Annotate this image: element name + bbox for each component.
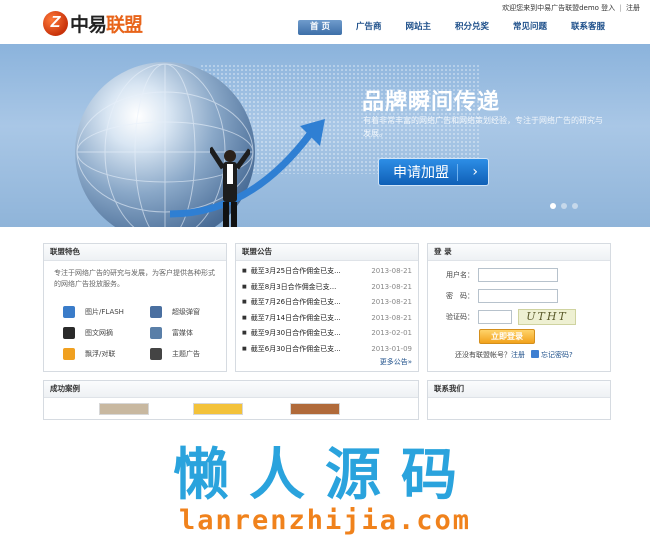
feature-item[interactable]: 超级弹窗	[150, 306, 240, 318]
notice-date: 2013-08-21	[371, 313, 412, 322]
notice-title[interactable]: 截至9月30日合作佣金已支...	[242, 326, 341, 342]
watermark-url: lanrenzhijia.com	[178, 505, 472, 536]
password-input[interactable]	[478, 289, 558, 303]
notice-date: 2013-08-21	[371, 267, 412, 275]
login-submit-button[interactable]: 立即登录	[479, 329, 535, 344]
feature-item[interactable]: 图文网摘	[63, 327, 153, 339]
username-label: 用户名：	[446, 271, 474, 279]
case-thumbnail[interactable]	[290, 403, 340, 415]
nav-advertiser[interactable]: 广告商	[346, 20, 392, 35]
feature-item[interactable]: 主题广告	[150, 348, 240, 360]
notice-title[interactable]: 截至6月30日合作佣金已支...	[242, 342, 341, 358]
notice-row[interactable]: 截至6月30日合作佣金已支... 2013-01-09	[242, 342, 412, 358]
footer-register-link[interactable]: 注册	[511, 351, 525, 359]
rich-media-icon	[150, 327, 162, 339]
contact-panel: 联系我们	[427, 380, 611, 420]
slide-dot[interactable]	[561, 203, 567, 209]
nav-publisher[interactable]: 网站主	[395, 20, 441, 35]
features-title: 联盟特色	[44, 244, 226, 261]
notice-row[interactable]: 截至7月14日合作佣金已支... 2013-08-21	[242, 311, 412, 327]
banner-text: 有着非常丰富的网络广告和网络策划经验，专注于网络广告的研究与发展。	[363, 116, 603, 138]
username-row: 用户名：	[428, 268, 558, 282]
logo-text-accent: 联盟	[106, 13, 143, 36]
captcha-image[interactable]: UTHT	[518, 309, 576, 325]
notice-title[interactable]: 截至3月25日合作佣金已支...	[242, 264, 341, 280]
feature-item[interactable]: 飘浮/对联	[63, 348, 153, 360]
features-description: 专注于网络广告的研究与发展，为客户提供各种形式的网络广告投放服务。	[54, 269, 215, 288]
watermark-chinese: 懒人源码	[173, 443, 477, 508]
businessman-figure	[210, 146, 250, 227]
logo-text-main: 中易	[70, 13, 107, 36]
float-couplet-icon	[63, 348, 75, 360]
nav-home[interactable]: 首 页	[298, 20, 342, 35]
case-thumbnail[interactable]	[193, 403, 243, 415]
feature-label: 富媒体	[172, 329, 193, 337]
notice-row[interactable]: 截至8月3日合作佣金已支... 2013-08-21	[242, 280, 412, 296]
banner-title: 品牌瞬间传递	[362, 90, 501, 115]
feature-label: 图片/FLASH	[85, 308, 124, 316]
notices-panel: 联盟公告 截至3月25日合作佣金已支... 2013-08-21 截至8月3日合作…	[235, 243, 419, 372]
nav-contact[interactable]: 联系客服	[561, 20, 615, 35]
top-bar: Z 中易 联盟 欢迎您来到中易广告联盟demo 登入 | 注册 首 页 广告商 …	[0, 0, 650, 44]
banner: 品牌瞬间传递 有着非常丰富的网络广告和网络策划经验，专注于网络广告的研究与发展。…	[0, 44, 650, 227]
apply-join-button[interactable]: 申请加盟 ›	[378, 158, 489, 186]
notice-date: 2013-02-01	[371, 329, 412, 337]
case-thumbnail[interactable]	[99, 403, 149, 415]
login-title: 登 录	[428, 244, 610, 261]
contact-title: 联系我们	[428, 381, 610, 398]
notice-list: 截至3月25日合作佣金已支... 2013-08-21 截至8月3日合作佣金已支.…	[236, 261, 418, 357]
theme-ad-icon	[150, 348, 162, 360]
notice-title[interactable]: 截至7月14日合作佣金已支...	[242, 311, 341, 327]
feature-label: 超级弹窗	[172, 308, 200, 316]
no-account-text: 还没有联盟帐号？	[455, 351, 511, 359]
logo[interactable]: Z 中易 联盟	[43, 9, 143, 37]
more-notices-link[interactable]: 更多公告»	[380, 357, 412, 367]
main-nav: 首 页 广告商 网站主 积分兑奖 常见问题 联系客服	[298, 20, 619, 35]
separator: |	[619, 4, 622, 12]
password-label: 密 码：	[446, 292, 474, 300]
feature-label: 图文网摘	[85, 329, 113, 337]
slide-dot[interactable]	[550, 203, 556, 209]
notice-title[interactable]: 截至7月26日合作佣金已支...	[242, 295, 341, 311]
feature-label: 主题广告	[172, 350, 200, 358]
cases-title: 成功案例	[44, 381, 418, 398]
key-icon	[531, 350, 539, 358]
notices-title: 联盟公告	[236, 244, 418, 261]
login-link[interactable]: 登入	[601, 4, 615, 12]
captcha-input[interactable]	[478, 310, 512, 324]
arrow-graphic	[169, 119, 325, 218]
password-row: 密 码：	[428, 289, 558, 303]
notice-date: 2013-08-21	[371, 298, 412, 306]
feature-item[interactable]: 图片/FLASH	[63, 306, 153, 318]
popup-icon	[150, 306, 162, 318]
register-link[interactable]: 注册	[626, 4, 640, 12]
forgot-password-link[interactable]: 忘记密码?	[541, 351, 573, 359]
notice-date: 2013-01-09	[371, 344, 412, 353]
captcha-label: 验证码：	[446, 313, 474, 321]
feature-label: 飘浮/对联	[85, 350, 116, 358]
notice-date: 2013-08-21	[371, 282, 412, 291]
welcome-text: 欢迎您来到中易广告联盟demo	[502, 4, 599, 12]
notice-row[interactable]: 截至7月26日合作佣金已支... 2013-08-21	[242, 295, 412, 311]
notice-title[interactable]: 截至8月3日合作佣金已支...	[242, 280, 337, 296]
login-footer: 还没有联盟帐号？注册 忘记密码?	[455, 350, 573, 360]
nav-points[interactable]: 积分兑奖	[445, 20, 499, 35]
apply-join-label: 申请加盟	[393, 165, 449, 181]
image-flash-icon	[63, 306, 75, 318]
notice-row[interactable]: 截至3月25日合作佣金已支... 2013-08-21	[242, 264, 412, 280]
feature-item[interactable]: 富媒体	[150, 327, 240, 339]
notice-row[interactable]: 截至9月30日合作佣金已支... 2013-02-01	[242, 326, 412, 342]
welcome-bar: 欢迎您来到中易广告联盟demo 登入 | 注册	[502, 3, 640, 13]
nav-faq[interactable]: 常见问题	[503, 20, 557, 35]
slide-indicators	[550, 203, 583, 209]
photo-text-icon	[63, 327, 75, 339]
slide-dot[interactable]	[572, 203, 578, 209]
logo-icon: Z	[43, 10, 68, 36]
button-divider	[457, 164, 458, 181]
chevron-right-icon: ›	[472, 164, 478, 180]
captcha-row: 验证码： UTHT	[428, 309, 576, 325]
username-input[interactable]	[478, 268, 558, 282]
